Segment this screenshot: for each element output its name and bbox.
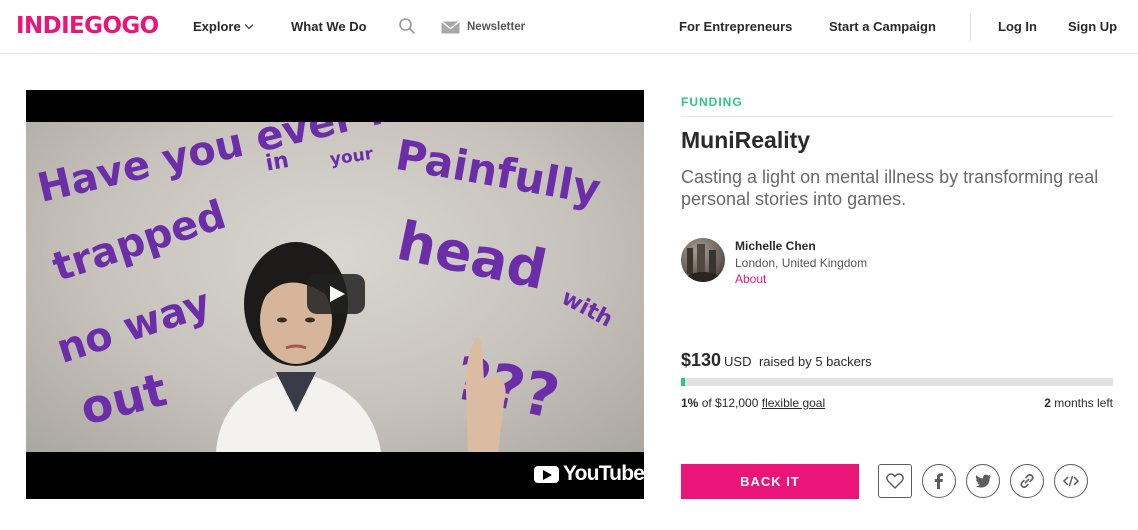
nav-start-campaign[interactable]: Start a Campaign <box>829 19 936 34</box>
funding-progress-bar <box>681 378 1113 386</box>
video-overlay-text: in <box>263 148 291 177</box>
campaign-status: FUNDING <box>681 95 743 109</box>
time-left-number: 2 <box>1044 396 1051 410</box>
campaign-title: MuniReality <box>681 127 811 153</box>
campaign-tagline: Casting a light on mental illness by tra… <box>681 167 1099 209</box>
follow-button[interactable] <box>878 464 912 498</box>
twitter-icon <box>975 474 991 488</box>
funding-goal: 1% of $12,000 flexible goal <box>681 396 825 410</box>
twitter-share-button[interactable] <box>966 464 1000 498</box>
owner-about-link[interactable]: About <box>735 272 766 286</box>
embed-icon <box>1062 475 1080 487</box>
heart-icon <box>886 473 904 489</box>
nav-newsletter-label: Newsletter <box>467 21 526 33</box>
video-overlay-text: your <box>328 144 375 170</box>
flexible-goal-link[interactable]: flexible goal <box>762 396 825 410</box>
funding-percent: 1% <box>681 396 699 410</box>
funding-raised: $130 USD raised by 5 backers <box>681 350 872 371</box>
owner-avatar[interactable] <box>681 238 725 282</box>
owner-location: London, United Kingdom <box>735 256 868 270</box>
time-left: 2 months left <box>1044 396 1113 410</box>
embed-share-button[interactable] <box>1054 464 1088 498</box>
video-play-button[interactable] <box>307 274 365 314</box>
raised-backers: raised by 5 backers <box>758 354 872 369</box>
time-left-unit: months left <box>1054 396 1113 410</box>
campaign-video-player[interactable]: Have you ever felt trapped in your Painf… <box>26 90 644 499</box>
video-overlay-text: head <box>391 209 552 302</box>
nav-sign-up[interactable]: Sign Up <box>1068 19 1117 34</box>
top-navigation: INDIEGOGO Explore What We Do Newsletter … <box>0 0 1138 54</box>
raised-currency: USD <box>724 354 752 369</box>
owner-name[interactable]: Michelle Chen <box>735 239 816 253</box>
video-overlay-text: with <box>557 285 617 333</box>
indiegogo-logo[interactable]: INDIEGOGO <box>16 13 159 39</box>
raised-amount: $130 <box>681 350 722 370</box>
funding-progress-fill <box>681 378 685 386</box>
status-divider <box>681 116 1113 117</box>
funding-goal-amount: of $12,000 <box>701 396 759 410</box>
youtube-play-icon <box>534 466 559 483</box>
avatar-photo <box>687 244 719 282</box>
chevron-down-icon <box>244 20 253 30</box>
nav-what-we-do[interactable]: What We Do <box>291 19 367 34</box>
facebook-icon <box>934 473 943 489</box>
video-overlay-text: out <box>75 362 172 436</box>
nav-for-entrepreneurs[interactable]: For Entrepreneurs <box>679 19 792 34</box>
nav-divider <box>970 13 971 41</box>
hand-image <box>465 337 506 452</box>
youtube-label: YouTube <box>563 462 644 485</box>
back-it-button[interactable]: BACK IT <box>681 464 859 499</box>
video-overlay-text: Have you ever felt <box>33 122 448 212</box>
facebook-share-button[interactable] <box>922 464 956 498</box>
envelope-icon <box>441 21 460 34</box>
nav-log-in[interactable]: Log In <box>998 19 1037 34</box>
nav-explore[interactable]: Explore <box>193 19 253 34</box>
link-icon <box>1020 473 1034 489</box>
person-image <box>216 242 381 452</box>
search-icon[interactable] <box>398 17 416 35</box>
nav-explore-label: Explore <box>193 19 241 34</box>
video-overlay-text: Painfully <box>392 130 605 215</box>
copy-link-button[interactable] <box>1010 464 1044 498</box>
